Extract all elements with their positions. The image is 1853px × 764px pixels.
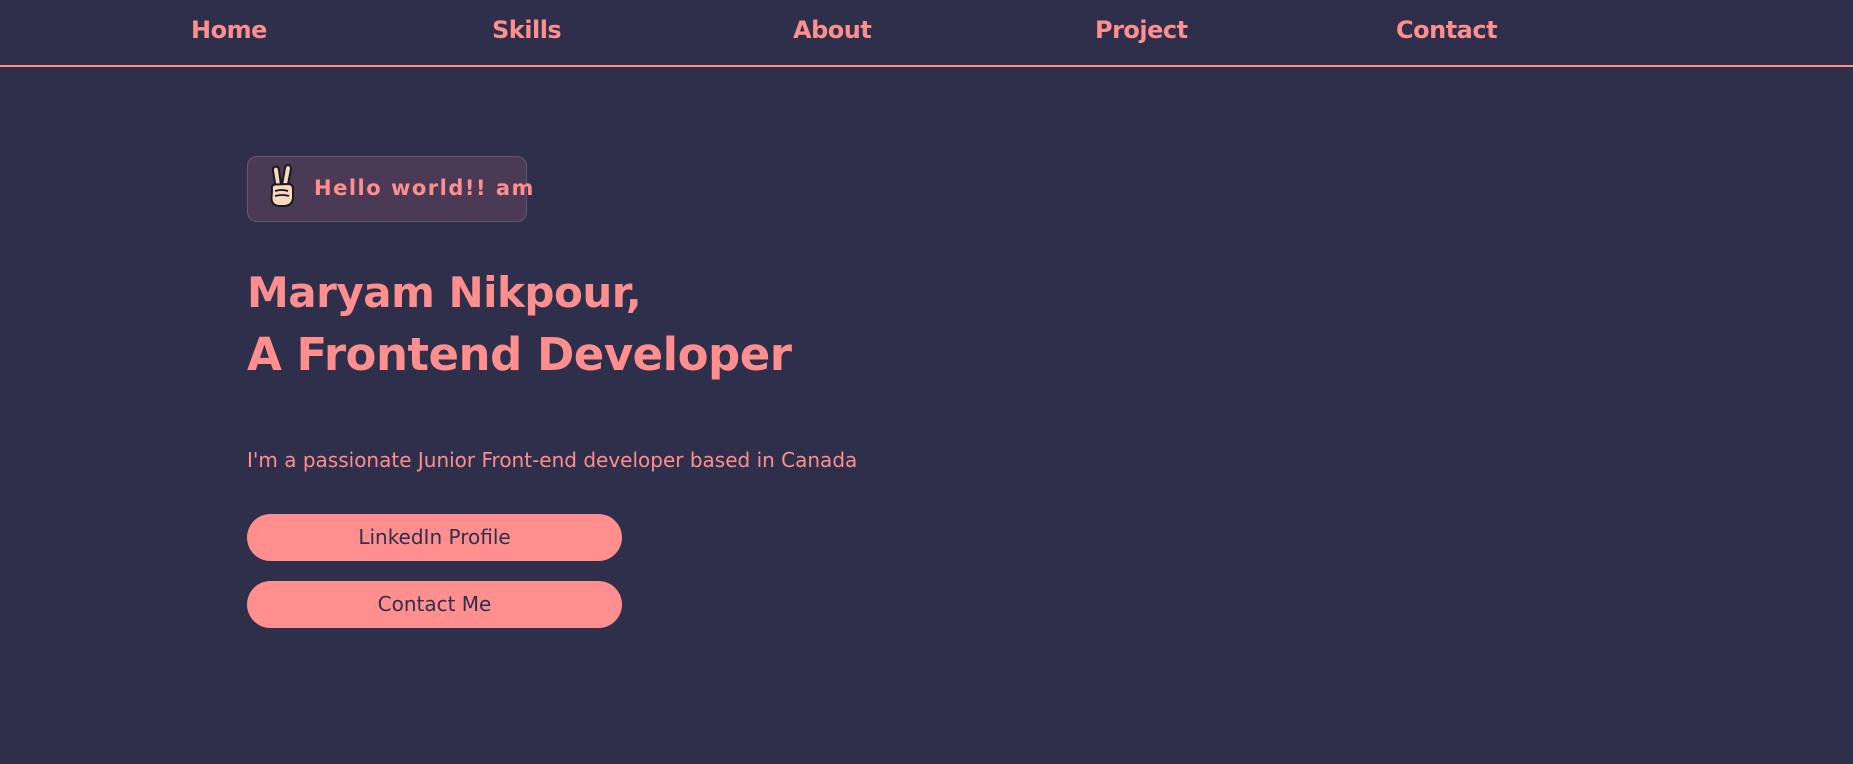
- nav-link-home[interactable]: Home: [191, 16, 267, 44]
- contact-me-button[interactable]: Contact Me: [247, 581, 622, 628]
- nav-link-contact[interactable]: Contact: [1396, 16, 1498, 44]
- nav-link-skills[interactable]: Skills: [492, 16, 562, 44]
- hero-title: Maryam Nikpour, A Frontend Developer: [247, 262, 792, 386]
- top-navbar: Home Skills About Project Contact: [0, 0, 1853, 67]
- hero-subtitle: I'm a passionate Junior Front-end develo…: [247, 448, 858, 472]
- greeting-text: Hello world!! am: [314, 176, 535, 200]
- nav-link-about[interactable]: About: [793, 16, 872, 44]
- hero-title-role: A Frontend Developer: [247, 328, 792, 381]
- hero-title-name: Maryam Nikpour,: [247, 268, 642, 317]
- victory-hand-icon: [266, 163, 298, 209]
- greeting-badge: Hello world!! am: [247, 156, 533, 222]
- nav-link-project[interactable]: Project: [1095, 16, 1188, 44]
- linkedin-profile-button[interactable]: LinkedIn Profile: [247, 514, 622, 561]
